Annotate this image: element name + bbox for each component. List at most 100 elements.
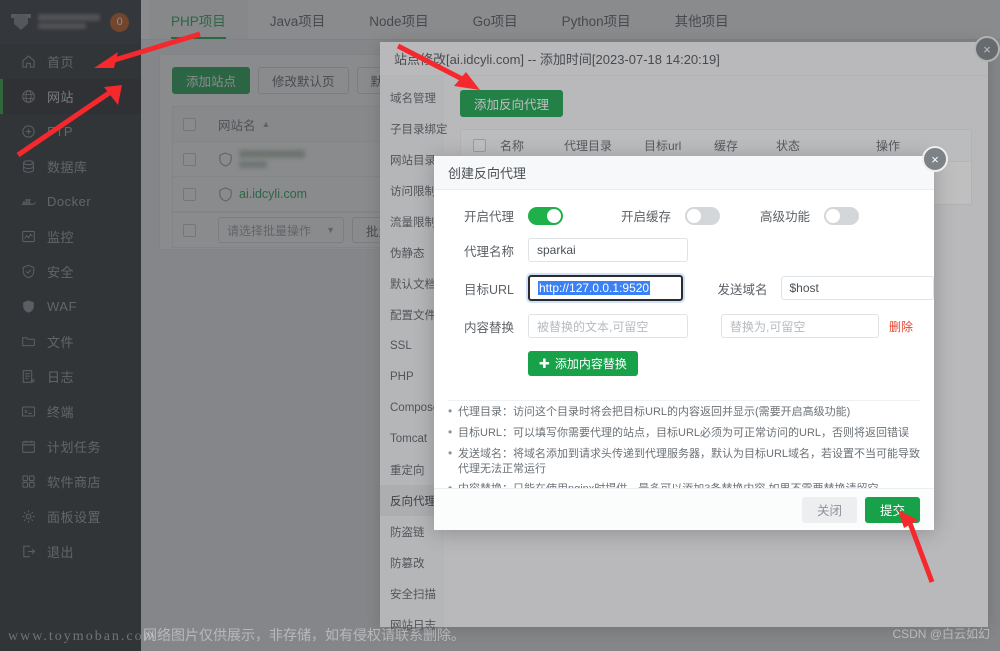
column-header-cache: 缓存 (714, 139, 739, 153)
apps-grid-icon (20, 473, 37, 490)
create-reverse-proxy-modal: 创建反向代理 开启代理 开启缓存 高级功能 代理名称 sparkai 目标URL… (434, 156, 934, 530)
tab-php[interactable]: PHP项目 (149, 0, 248, 39)
sidebar-item-label: 监控 (47, 230, 75, 245)
sidebar-item-waf[interactable]: WAF (0, 289, 141, 324)
batch-operation-select[interactable]: 请选择批量操作 ▼ (218, 217, 344, 243)
sidebar-item-app-store[interactable]: 软件商店 (0, 464, 141, 499)
sidebar-item-files[interactable]: 文件 (0, 324, 141, 359)
submit-button[interactable]: 提交 (864, 496, 920, 523)
tab-python[interactable]: Python项目 (539, 0, 653, 39)
bullet-icon: • (448, 404, 453, 418)
tab-node[interactable]: Node项目 (347, 0, 451, 39)
add-content-replace-button[interactable]: ✚ 添加内容替换 (528, 351, 638, 376)
nav-item-domain[interactable]: 域名管理 (380, 82, 444, 113)
sidebar-item-cron[interactable]: 计划任务 (0, 429, 141, 464)
content-replace-row: 内容替换 被替换的文本,可留空 替换为,可留空 删除 (434, 314, 934, 338)
column-header-name: 名称 (500, 139, 525, 153)
enable-cache-toggle[interactable] (685, 206, 721, 225)
sidebar-item-label: 首页 (47, 55, 75, 70)
tab-label: Node项目 (369, 13, 429, 29)
proxy-name-row: 代理名称 sparkai (434, 238, 934, 262)
sidebar-item-home[interactable]: 首页 (0, 44, 141, 79)
send-domain-input[interactable]: $host (780, 276, 934, 300)
calendar-icon (20, 438, 37, 455)
create-proxy-form: 开启代理 开启缓存 高级功能 代理名称 sparkai 目标URL http:/… (434, 190, 934, 390)
tab-label: PHP项目 (171, 13, 226, 29)
row-checkbox[interactable] (183, 152, 196, 166)
bullet-icon: • (448, 445, 453, 460)
sidebar-item-database[interactable]: 数据库 (0, 149, 141, 184)
bullet-icon: • (448, 424, 453, 439)
sidebar-item-monitor[interactable]: 监控 (0, 219, 141, 254)
sidebar-item-ftp[interactable]: FTP (0, 114, 141, 149)
app-sidebar: 0 首页 网站 FTP 数据库 Docker 监控 安全 WAF 文件 日志 终… (0, 0, 141, 651)
proxy-help-list: • 代理目录：访问这个目录时将会把目标URL的内容返回并显示(需要开启高级功能) … (448, 400, 920, 497)
site-name-cell (218, 150, 393, 168)
folder-icon (20, 333, 37, 350)
sidebar-item-website[interactable]: 网站 (0, 79, 141, 114)
sidebar-item-docker[interactable]: Docker (0, 184, 141, 219)
close-button[interactable]: 关闭 (801, 496, 857, 523)
content-replace-from-input[interactable]: 被替换的文本,可留空 (528, 314, 688, 338)
content-replace-to-input[interactable]: 替换为,可留空 (721, 314, 879, 338)
create-proxy-modal-footer: 关闭 提交 (434, 488, 934, 530)
nav-item-security-scan[interactable]: 安全扫描 (380, 578, 444, 609)
waf-shield-icon (20, 298, 37, 315)
button-label: 添加反向代理 (474, 98, 550, 112)
sidebar-item-label: 计划任务 (47, 440, 102, 455)
log-icon (20, 368, 37, 385)
tab-java[interactable]: Java项目 (247, 0, 348, 39)
notification-badge[interactable]: 0 (110, 12, 129, 32)
sidebar-item-panel-settings[interactable]: 面板设置 (0, 499, 141, 534)
proxy-name-label: 代理名称 (464, 244, 515, 259)
advanced-features-label: 高级功能 (760, 210, 811, 224)
sidebar-item-security[interactable]: 安全 (0, 254, 141, 289)
site-modal-close-button[interactable]: × (974, 36, 1000, 62)
globe-icon (20, 88, 37, 105)
add-site-button[interactable]: 添加站点 (172, 67, 251, 94)
column-header-target-url: 目标url (644, 139, 682, 153)
button-label: 修改默认页 (272, 75, 335, 89)
shield-check-icon (20, 263, 37, 280)
nav-item-anti-tamper[interactable]: 防篡改 (380, 547, 444, 578)
column-header-status: 状态 (776, 139, 801, 153)
column-header-action: 操作 (876, 139, 901, 153)
site-shield-icon (218, 151, 233, 167)
proxy-name-input[interactable]: sparkai (528, 238, 688, 262)
row-checkbox[interactable] (183, 187, 196, 201)
blurred-site-name (239, 150, 305, 168)
project-type-tabs: PHP项目 Java项目 Node项目 Go项目 Python项目 其他项目 (141, 0, 1000, 40)
sidebar-item-logout[interactable]: 退出 (0, 534, 141, 569)
target-url-input[interactable]: http://127.0.0.1:9520 (525, 273, 686, 303)
sidebar-item-label: 网站 (47, 90, 75, 105)
delete-replace-link[interactable]: 删除 (889, 318, 913, 335)
sidebar-logo: 0 (0, 0, 141, 44)
sidebar-item-terminal[interactable]: 终端 (0, 394, 141, 429)
logout-icon (20, 543, 37, 560)
tab-go[interactable]: Go项目 (450, 0, 540, 39)
sidebar-item-label: 面板设置 (47, 510, 102, 525)
tab-label: Java项目 (269, 13, 326, 29)
edit-default-page-button[interactable]: 修改默认页 (258, 67, 349, 94)
select-all-checkbox[interactable] (183, 117, 196, 131)
create-proxy-modal-close-button[interactable]: × (922, 146, 948, 172)
nav-item-subdir[interactable]: 子目录绑定 (380, 113, 448, 144)
advanced-features-toggle[interactable] (824, 206, 860, 225)
enable-proxy-toggle[interactable] (528, 206, 563, 225)
select-all-checkbox[interactable] (473, 139, 486, 152)
sidebar-item-logs[interactable]: 日志 (0, 359, 141, 394)
send-domain-label: 发送域名 (717, 282, 768, 297)
site-shield-icon (218, 186, 233, 202)
sidebar-item-label: 安全 (47, 265, 75, 280)
column-header-name[interactable]: 网站名 ▲ (218, 115, 393, 134)
tab-other[interactable]: 其他项目 (652, 0, 751, 39)
sidebar-item-label: 文件 (47, 335, 75, 350)
site-name-cell: ai.idcyli.com (218, 186, 393, 202)
create-proxy-modal-title: 创建反向代理 (434, 156, 934, 190)
batch-select-all-checkbox[interactable] (183, 223, 196, 237)
docker-icon (20, 193, 37, 210)
add-reverse-proxy-button[interactable]: 添加反向代理 (460, 90, 564, 117)
enable-proxy-label: 开启代理 (464, 210, 515, 224)
sidebar-item-label: 数据库 (47, 160, 88, 175)
site-name-link[interactable]: ai.idcyli.com (239, 187, 307, 201)
